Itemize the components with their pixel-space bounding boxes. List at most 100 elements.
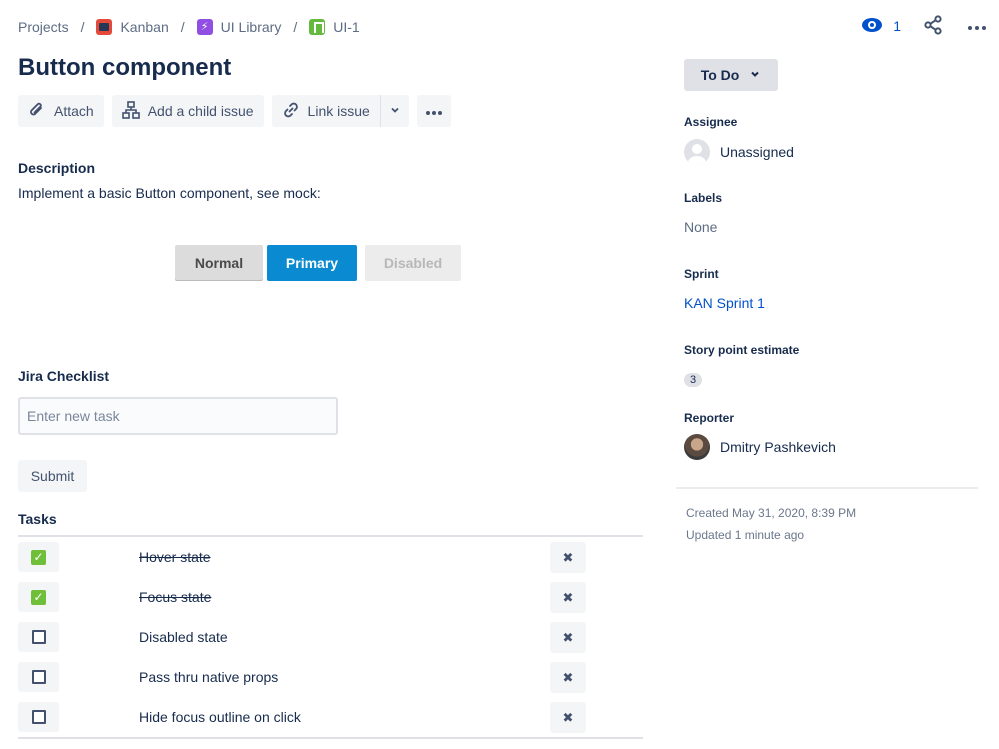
eye-icon (861, 17, 883, 36)
assignee-field[interactable]: Unassigned (684, 139, 794, 165)
breadcrumb-epic-label: UI Library (220, 19, 282, 35)
description-heading: Description (18, 160, 96, 176)
status-label: To Do (700, 67, 740, 83)
story-points-badge: 3 (684, 373, 703, 387)
task-row: ✓ Focus state ✖ (18, 577, 643, 617)
checkmark-icon: ✓ (31, 549, 46, 565)
breadcrumb-separator: / (180, 19, 185, 35)
task-row: Disabled state ✖ (18, 617, 643, 657)
assignee-label: Assignee (684, 115, 738, 129)
task-checkbox[interactable]: ✓ (18, 542, 59, 572)
more-icon (967, 18, 987, 34)
breadcrumb-projects[interactable]: Projects (18, 19, 69, 35)
project-icon (96, 19, 113, 35)
mock-primary-button: Primary (267, 245, 357, 281)
task-checkbox[interactable] (18, 622, 59, 652)
watch-button[interactable]: 1 (861, 17, 901, 36)
paperclip-icon (28, 101, 46, 122)
close-icon: ✖ (562, 709, 574, 725)
status-dropdown[interactable]: To Do (684, 59, 778, 91)
divider (676, 487, 978, 489)
share-icon (923, 14, 943, 38)
avatar (684, 434, 710, 460)
more-icon (425, 103, 443, 119)
created-timestamp: Created May 31, 2020, 8:39 PM (686, 506, 857, 520)
task-text: Focus state (139, 589, 212, 605)
empty-checkbox-icon (31, 670, 46, 684)
reporter-value: Dmitry Pashkevich (720, 439, 836, 455)
breadcrumb-kanban-label: Kanban (120, 19, 169, 35)
breadcrumb-separator: / (80, 19, 85, 35)
assignee-value: Unassigned (720, 144, 794, 160)
labels-value[interactable]: None (684, 219, 717, 235)
description-text[interactable]: Implement a basic Button component, see … (18, 185, 321, 201)
breadcrumb-epic[interactable]: ⚡ UI Library (196, 19, 282, 35)
reporter-field[interactable]: Dmitry Pashkevich (684, 434, 836, 460)
close-icon: ✖ (562, 549, 574, 565)
delete-task-button[interactable]: ✖ (550, 622, 586, 653)
story-icon (309, 19, 326, 35)
issue-header-actions: 1 (861, 14, 989, 38)
updated-timestamp: Updated 1 minute ago (686, 528, 805, 542)
story-points-label: Story point estimate (684, 343, 800, 357)
task-text: Pass thru native props (139, 669, 279, 685)
delete-task-button[interactable]: ✖ (550, 542, 586, 573)
sprint-link[interactable]: KAN Sprint 1 (684, 295, 765, 311)
submit-button[interactable]: Submit (18, 460, 87, 492)
delete-task-button[interactable]: ✖ (550, 702, 586, 733)
labels-label: Labels (684, 191, 723, 205)
add-child-issue-button[interactable]: Add a child issue (111, 95, 264, 127)
attach-button[interactable]: Attach (18, 95, 104, 127)
sprint-label: Sprint (684, 267, 719, 281)
issue-title[interactable]: Button component (18, 54, 231, 82)
link-issue-dropdown[interactable] (379, 95, 409, 127)
link-issue-label: Link issue (307, 103, 370, 119)
hierarchy-icon (121, 100, 140, 122)
link-issue-button[interactable]: Link issue (271, 95, 380, 127)
issue-action-bar: Attach Add a child issue Link issue (18, 95, 451, 127)
task-checkbox[interactable]: ✓ (18, 582, 59, 612)
attach-label: Attach (54, 103, 94, 119)
chevron-down-icon (749, 67, 761, 83)
checklist-heading: Jira Checklist (18, 368, 110, 384)
breadcrumb-issue[interactable]: UI-1 (309, 19, 360, 35)
button-mock-image: Normal Primary Disabled (175, 245, 461, 281)
task-row: Pass thru native props ✖ (18, 657, 643, 697)
task-text: Disabled state (139, 629, 228, 645)
task-row: Hide focus outline on click ✖ (18, 697, 643, 737)
close-icon: ✖ (562, 629, 574, 645)
mock-normal-button: Normal (175, 245, 263, 281)
close-icon: ✖ (562, 589, 574, 605)
watch-count: 1 (893, 18, 901, 34)
task-text: Hover state (139, 549, 211, 565)
new-task-input[interactable] (18, 397, 338, 435)
breadcrumb: Projects / Kanban / ⚡ UI Library / UI-1 (18, 17, 360, 37)
tasks-heading: Tasks (18, 511, 57, 527)
task-list: ✓ Hover state ✖ ✓ Focus state ✖ Disabled… (18, 535, 643, 739)
delete-task-button[interactable]: ✖ (550, 662, 586, 693)
empty-checkbox-icon (31, 710, 46, 724)
share-button[interactable] (921, 14, 945, 38)
checkmark-icon: ✓ (31, 589, 46, 605)
breadcrumb-separator: / (293, 19, 298, 35)
more-actions-button[interactable] (965, 14, 989, 38)
breadcrumb-issue-label: UI-1 (333, 19, 360, 35)
epic-icon: ⚡ (196, 19, 213, 35)
task-text: Hide focus outline on click (139, 709, 301, 725)
task-checkbox[interactable] (18, 702, 59, 732)
more-issue-actions-button[interactable] (416, 95, 451, 127)
link-icon (282, 101, 300, 122)
task-row: ✓ Hover state ✖ (18, 537, 643, 577)
mock-disabled-button: Disabled (365, 245, 461, 281)
chevron-down-icon (389, 103, 401, 119)
close-icon: ✖ (562, 669, 574, 685)
reporter-label: Reporter (684, 411, 735, 425)
story-points-field[interactable]: 3 (684, 370, 703, 387)
link-issue-group: Link issue (271, 95, 409, 127)
task-checkbox[interactable] (18, 662, 59, 692)
add-child-label: Add a child issue (147, 103, 254, 119)
breadcrumb-kanban[interactable]: Kanban (96, 19, 169, 35)
delete-task-button[interactable]: ✖ (550, 582, 586, 613)
avatar (684, 139, 710, 165)
empty-checkbox-icon (31, 630, 46, 644)
